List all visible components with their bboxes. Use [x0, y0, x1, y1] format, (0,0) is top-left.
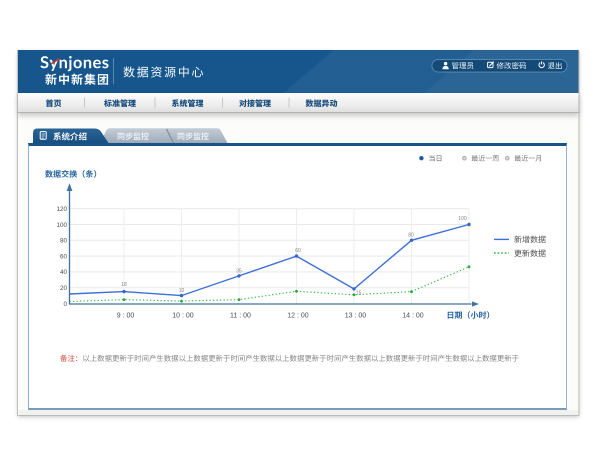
- svg-text:60: 60: [60, 253, 68, 260]
- svg-text:11 : 00: 11 : 00: [230, 313, 251, 320]
- svg-text:120: 120: [56, 206, 67, 213]
- svg-text:80: 80: [60, 238, 68, 245]
- svg-text:18: 18: [121, 282, 127, 288]
- svg-text:20: 20: [60, 285, 68, 292]
- svg-text:9 : 00: 9 : 00: [117, 313, 135, 320]
- svg-text:60: 60: [295, 248, 301, 254]
- svg-text:0: 0: [63, 301, 67, 308]
- svg-text:12 : 00: 12 : 00: [287, 313, 309, 320]
- svg-text:40: 40: [60, 269, 68, 276]
- svg-text:10: 10: [179, 288, 185, 294]
- svg-text:35: 35: [236, 268, 242, 274]
- svg-text:13 : 00: 13 : 00: [345, 313, 367, 320]
- svg-text:10 : 00: 10 : 00: [172, 313, 194, 320]
- svg-text:15: 15: [356, 291, 362, 297]
- svg-text:100: 100: [458, 216, 467, 222]
- svg-text:14 : 00: 14 : 00: [402, 313, 424, 320]
- svg-text:100: 100: [56, 222, 67, 229]
- svg-text:80: 80: [408, 232, 414, 238]
